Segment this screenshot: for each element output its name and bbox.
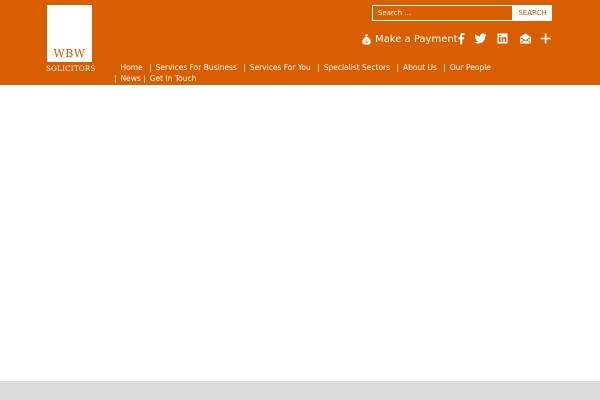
site-header: WBW SOLICITORS SEARCH $ Make a Payment xyxy=(0,0,600,85)
nav-about-us: | About Us xyxy=(396,63,437,72)
plus-link[interactable] xyxy=(539,32,552,45)
nav-link-get-in-touch[interactable]: Get In Touch xyxy=(150,74,197,83)
footer-strip xyxy=(0,381,600,400)
svg-text:$: $ xyxy=(365,39,368,45)
plus-icon xyxy=(540,33,551,44)
nav-link-home[interactable]: Home xyxy=(121,63,143,72)
nav-link-news[interactable]: News xyxy=(121,74,141,83)
logo-text: WBW xyxy=(53,47,86,60)
logo[interactable]: WBW xyxy=(47,5,92,62)
make-payment-link[interactable]: $ Make a Payment xyxy=(362,32,458,46)
nav-link-specialist-sectors[interactable]: Specialist Sectors xyxy=(324,63,390,72)
money-bag-icon: $ xyxy=(362,34,371,45)
twitter-link[interactable] xyxy=(474,32,487,45)
nav-link-services-for-business[interactable]: Services For Business xyxy=(156,63,237,72)
facebook-icon xyxy=(458,33,465,45)
nav-home: |Home xyxy=(110,62,143,73)
nav-our-people: | Our People xyxy=(443,63,491,72)
logo-subtitle: SOLICITORS xyxy=(46,65,96,73)
make-payment-label: Make a Payment xyxy=(375,33,458,45)
nav-link-services-for-you[interactable]: Services For You xyxy=(250,63,311,72)
nav-news: | News xyxy=(114,74,141,83)
nav-services-business: | Services For Business xyxy=(149,63,237,72)
twitter-icon xyxy=(474,33,487,44)
linkedin-link[interactable] xyxy=(496,32,509,45)
nav-services-you: | Services For You xyxy=(243,63,311,72)
linkedin-icon xyxy=(497,33,508,44)
email-icon xyxy=(520,33,531,44)
nav-link-our-people[interactable]: Our People xyxy=(450,63,491,72)
search-button[interactable]: SEARCH xyxy=(513,5,552,21)
email-link[interactable] xyxy=(519,32,532,45)
main-nav: |Home |Services For Business |Services F… xyxy=(110,62,510,84)
nav-get-in-touch: | Get In Touch xyxy=(143,74,197,83)
nav-link-about-us[interactable]: About Us xyxy=(403,63,437,72)
nav-specialist-sectors: | Specialist Sectors xyxy=(317,63,391,72)
search-input[interactable] xyxy=(372,5,513,21)
facebook-link[interactable] xyxy=(455,32,468,45)
